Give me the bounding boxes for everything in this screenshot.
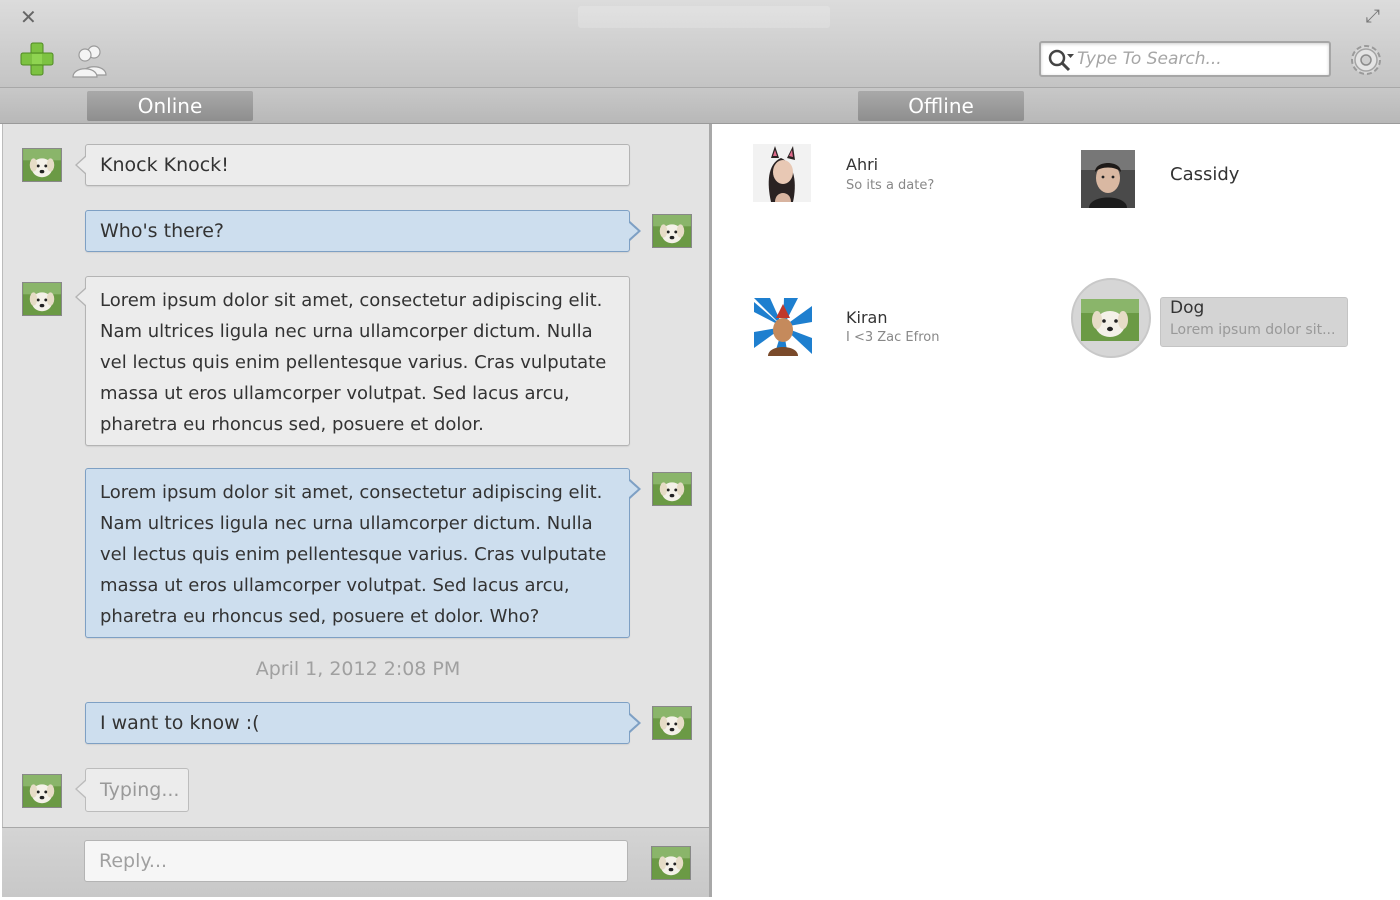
- dog-avatar: [22, 774, 62, 808]
- contacts-button[interactable]: [72, 42, 108, 78]
- dog-avatar: [651, 846, 691, 880]
- close-button[interactable]: ✕: [20, 5, 37, 29]
- avatar: [753, 144, 811, 202]
- dog-avatar: [22, 148, 62, 182]
- gear-icon: [1351, 45, 1381, 75]
- window-titlebar: ✕ ⤢: [0, 0, 1400, 88]
- search-icon: [1048, 49, 1074, 72]
- contact-status: So its a date?: [846, 178, 935, 193]
- search-input[interactable]: [1077, 46, 1325, 72]
- contact-item-cassidy[interactable]: Cassidy: [1081, 150, 1341, 210]
- contact-item-ahri[interactable]: Ahri So its a date?: [753, 144, 1013, 208]
- add-contact-button[interactable]: [20, 42, 54, 76]
- message-timestamp: April 1, 2012 2:08 PM: [255, 658, 461, 680]
- contact-status: I <3 Zac Efron: [846, 330, 940, 345]
- message-bubble-incoming: Knock Knock!: [75, 144, 630, 186]
- tab-bar: Online Offline: [0, 88, 1400, 124]
- avatar: [1081, 299, 1139, 341]
- contact-item-kiran[interactable]: Kiran I <3 Zac Efron: [754, 298, 1014, 358]
- tab-offline[interactable]: Offline: [858, 91, 1024, 121]
- message-bubble-outgoing: Lorem ipsum dolor sit amet, consectetur …: [85, 468, 641, 638]
- settings-button[interactable]: [1347, 41, 1385, 79]
- contact-name: Kiran: [846, 308, 888, 327]
- avatar: [1081, 150, 1135, 208]
- contact-name: Dog: [1170, 298, 1205, 318]
- message-bubble-outgoing: I want to know :(: [85, 702, 641, 744]
- window-title-area: [578, 6, 830, 28]
- chat-panel[interactable]: Knock Knock! Who's there? Lorem ipsum do…: [2, 124, 712, 827]
- avatar: [754, 298, 812, 356]
- tab-online[interactable]: Online: [87, 91, 253, 121]
- message-bubble-outgoing: Who's there?: [85, 210, 641, 252]
- contacts-icon: [72, 45, 107, 78]
- dog-avatar: [652, 472, 692, 506]
- search-box[interactable]: [1039, 41, 1331, 77]
- maximize-button[interactable]: ⤢: [1366, 6, 1380, 27]
- reply-input[interactable]: [84, 840, 628, 882]
- contact-name: Cassidy: [1170, 164, 1240, 185]
- contact-status: Lorem ipsum dolor sit...: [1170, 322, 1336, 338]
- message-bubble-incoming: Lorem ipsum dolor sit amet, consectetur …: [75, 276, 630, 446]
- contact-name: Ahri: [846, 155, 879, 174]
- dog-avatar: [22, 282, 62, 316]
- dog-avatar: [652, 706, 692, 740]
- plus-icon: [20, 42, 54, 76]
- contacts-panel: Ahri So its a date? Cassidy Kiran I <3 Z…: [713, 124, 1400, 900]
- reply-bar: [2, 827, 712, 897]
- dog-avatar: [652, 214, 692, 248]
- typing-indicator: Typing...: [75, 768, 189, 812]
